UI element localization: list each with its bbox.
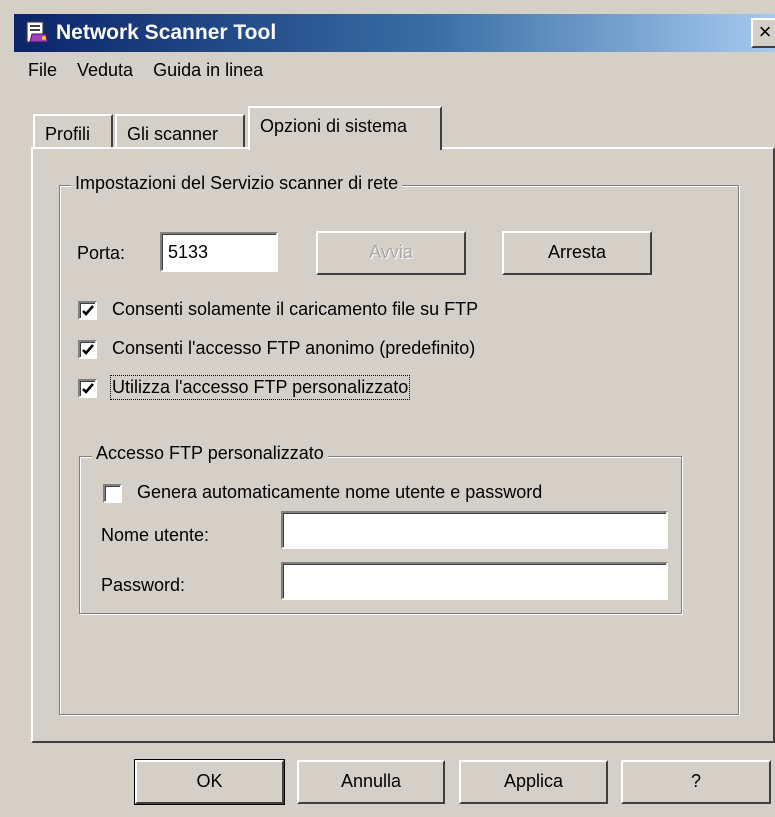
tab-label: Opzioni di sistema bbox=[260, 116, 408, 136]
ftp-upload-only-checkbox[interactable] bbox=[78, 301, 97, 320]
help-button-label: ? bbox=[690, 771, 701, 791]
start-button[interactable]: Avvia bbox=[316, 231, 466, 275]
menu-view[interactable]: Veduta bbox=[67, 56, 143, 88]
apply-button-label: Applica bbox=[503, 771, 564, 791]
menu-bar: File Veduta Guida in linea bbox=[14, 56, 273, 88]
port-input[interactable] bbox=[160, 232, 278, 272]
app-icon bbox=[24, 20, 50, 46]
start-button-label: Avvia bbox=[369, 242, 413, 262]
service-settings-legend: Impostazioni del Servizio scanner di ret… bbox=[71, 173, 403, 194]
custom-ftp-label[interactable]: Utilizza l'accesso FTP personalizzato bbox=[109, 375, 411, 400]
check-icon bbox=[82, 383, 94, 394]
stop-button[interactable]: Arresta bbox=[502, 231, 652, 275]
port-label: Porta: bbox=[77, 243, 126, 263]
close-icon: × bbox=[758, 19, 772, 44]
check-icon bbox=[82, 344, 94, 355]
custom-ftp-legend: Accesso FTP personalizzato bbox=[92, 443, 328, 464]
ftp-upload-only-label[interactable]: Consenti solamente il caricamento file s… bbox=[112, 299, 478, 320]
apply-button[interactable]: Applica bbox=[459, 760, 608, 804]
menu-file[interactable]: File bbox=[14, 56, 67, 88]
close-button[interactable]: × bbox=[751, 18, 775, 48]
title-bar[interactable]: Network Scanner Tool × bbox=[14, 14, 775, 52]
tab-profiles[interactable]: Profili bbox=[33, 114, 113, 149]
menu-help[interactable]: Guida in linea bbox=[143, 56, 273, 88]
tab-label: Profili bbox=[45, 124, 91, 144]
username-label: Nome utente: bbox=[101, 525, 210, 545]
cancel-button-label: Annulla bbox=[340, 771, 402, 791]
window-title: Network Scanner Tool bbox=[56, 21, 277, 44]
username-input[interactable] bbox=[281, 511, 668, 549]
dialog-window: Network Scanner Tool × File Veduta Guida… bbox=[0, 0, 775, 817]
ok-button-label: OK bbox=[196, 771, 223, 791]
tab-system-options[interactable]: Opzioni di sistema bbox=[248, 106, 442, 150]
active-tab-joint bbox=[250, 145, 438, 151]
password-input[interactable] bbox=[281, 562, 668, 600]
cancel-button[interactable]: Annulla bbox=[297, 760, 445, 804]
tab-scanners[interactable]: Gli scanner bbox=[115, 114, 245, 149]
password-label: Password: bbox=[101, 575, 186, 595]
anonymous-ftp-checkbox[interactable] bbox=[78, 340, 97, 359]
help-button[interactable]: ? bbox=[621, 760, 771, 804]
auto-generate-label[interactable]: Genera automaticamente nome utente e pas… bbox=[137, 482, 542, 503]
auto-generate-checkbox[interactable] bbox=[103, 484, 122, 503]
stop-button-label: Arresta bbox=[547, 242, 607, 262]
anonymous-ftp-label[interactable]: Consenti l'accesso FTP anonimo (predefin… bbox=[112, 338, 475, 359]
check-icon bbox=[82, 305, 94, 316]
tab-label: Gli scanner bbox=[127, 124, 219, 144]
custom-ftp-checkbox[interactable] bbox=[78, 379, 97, 398]
ok-button[interactable]: OK bbox=[134, 759, 285, 805]
